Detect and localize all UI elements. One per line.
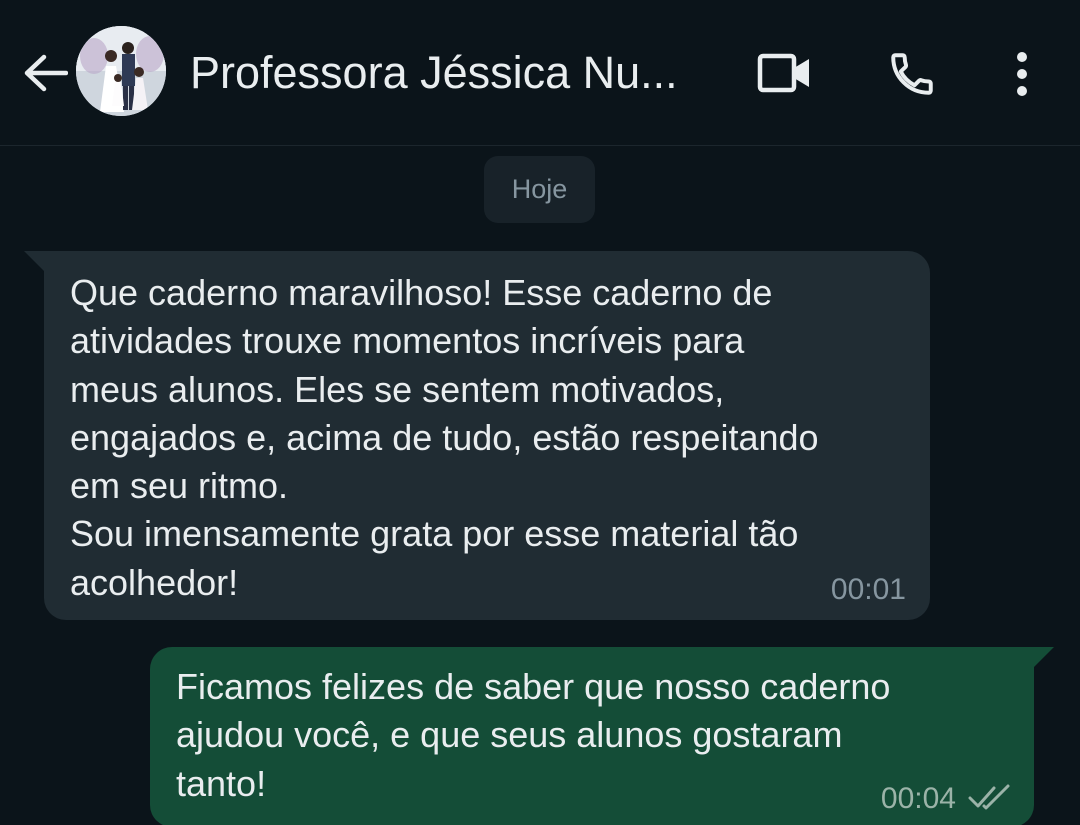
incoming-bubble-tail: [24, 251, 46, 273]
date-divider: Hoje: [484, 156, 595, 223]
outgoing-bubble-tail: [1032, 647, 1054, 669]
incoming-message[interactable]: Que caderno maravilhoso! Esse caderno de…: [44, 251, 930, 620]
back-button[interactable]: [20, 48, 70, 98]
read-ticks-icon: [968, 784, 1010, 810]
chat-screen: Professora Jéssica Nu... Hoje Que cadern…: [0, 0, 1080, 825]
avatar-photo: [76, 26, 166, 116]
more-vert-icon: [1017, 52, 1027, 96]
contact-avatar[interactable]: [76, 26, 166, 116]
video-call-icon: [757, 53, 809, 93]
voice-call-button[interactable]: [880, 44, 944, 104]
outgoing-message[interactable]: Ficamos felizes de saber que nosso cader…: [150, 647, 1034, 825]
phone-icon: [891, 53, 933, 95]
chat-header: Professora Jéssica Nu...: [0, 0, 1080, 146]
message-time: 00:01: [830, 573, 906, 606]
contact-name[interactable]: Professora Jéssica Nu...: [190, 44, 730, 102]
video-call-button[interactable]: [752, 48, 818, 98]
more-options-button[interactable]: [998, 44, 1046, 104]
message-text: Que caderno maravilhoso! Esse caderno de…: [70, 272, 819, 603]
message-time: 00:04: [880, 782, 956, 815]
back-arrow-icon: [24, 54, 68, 92]
